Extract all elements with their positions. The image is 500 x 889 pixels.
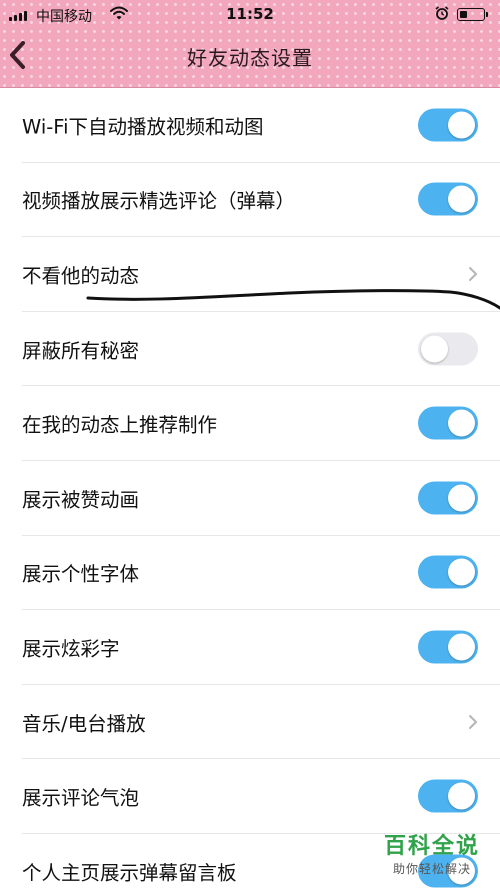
toggle-knob — [448, 111, 475, 139]
setting-label: 在我的动态上推荐制作 — [22, 413, 218, 437]
status-bar: 中国移动 11:52 — [0, 0, 500, 30]
setting-label: 屏蔽所有秘密 — [22, 339, 140, 363]
setting-row: Wi-Fi下自动播放视频和动图 — [22, 88, 500, 163]
setting-row: 展示炫彩字 — [22, 610, 500, 685]
battery-tip — [486, 12, 488, 17]
watermark-title: 百科全说 — [383, 834, 480, 859]
setting-row: 屏蔽所有秘密 — [22, 312, 500, 387]
setting-toggle[interactable] — [418, 779, 478, 813]
setting-label: 展示评论气泡 — [22, 786, 140, 810]
setting-label: 音乐/电台播放 — [22, 712, 146, 736]
setting-row: 在我的动态上推荐制作 — [22, 386, 500, 461]
setting-label: 视频播放展示精选评论（弹幕） — [22, 189, 296, 213]
setting-row[interactable]: 音乐/电台播放 — [22, 685, 500, 760]
setting-row: 展示被赞动画 — [22, 461, 500, 536]
battery-icon — [457, 8, 485, 21]
setting-toggle[interactable] — [418, 481, 478, 515]
setting-toggle[interactable] — [418, 630, 478, 664]
page-title: 好友动态设置 — [187, 46, 313, 70]
status-time: 11:52 — [226, 5, 274, 23]
setting-label: 展示个性字体 — [22, 562, 140, 586]
toggle-knob — [448, 484, 475, 512]
settings-list: Wi-Fi下自动播放视频和动图视频播放展示精选评论（弹幕） 不看他的动态 屏蔽所有秘… — [0, 88, 500, 889]
setting-toggle[interactable] — [418, 555, 478, 589]
toggle-knob — [421, 335, 448, 363]
setting-row: 展示个性字体 — [22, 536, 500, 611]
setting-toggle[interactable] — [418, 108, 478, 142]
header-bar: 中国移动 11:52 好友动态设置 — [0, 0, 500, 88]
toggle-knob — [448, 782, 475, 810]
setting-row[interactable]: 不看他的动态 — [22, 237, 500, 312]
setting-toggle[interactable] — [418, 332, 478, 366]
setting-label: 个人主页展示弹幕留言板 — [22, 861, 237, 885]
setting-toggle[interactable] — [418, 182, 478, 216]
chevron-right-icon[interactable] — [468, 266, 478, 282]
chevron-right-icon[interactable] — [468, 714, 478, 730]
setting-label: 不看他的动态 — [22, 264, 140, 288]
setting-label: 展示被赞动画 — [22, 488, 140, 512]
toggle-knob — [448, 558, 475, 586]
setting-row: 展示评论气泡 — [22, 759, 500, 834]
toggle-knob — [448, 633, 475, 661]
battery-level — [459, 10, 468, 18]
setting-row: 视频播放展示精选评论（弹幕） — [22, 163, 500, 238]
toggle-knob — [448, 185, 475, 213]
toggle-knob — [448, 409, 475, 437]
alarm-icon — [435, 6, 449, 20]
setting-toggle[interactable] — [418, 406, 478, 440]
setting-label: Wi-Fi下自动播放视频和动图 — [22, 115, 264, 139]
watermark-logo: 百科全说 助你轻松解决 — [374, 828, 490, 880]
watermark-subtitle: 助你轻松解决 — [392, 862, 471, 876]
setting-label: 展示炫彩字 — [22, 637, 120, 661]
